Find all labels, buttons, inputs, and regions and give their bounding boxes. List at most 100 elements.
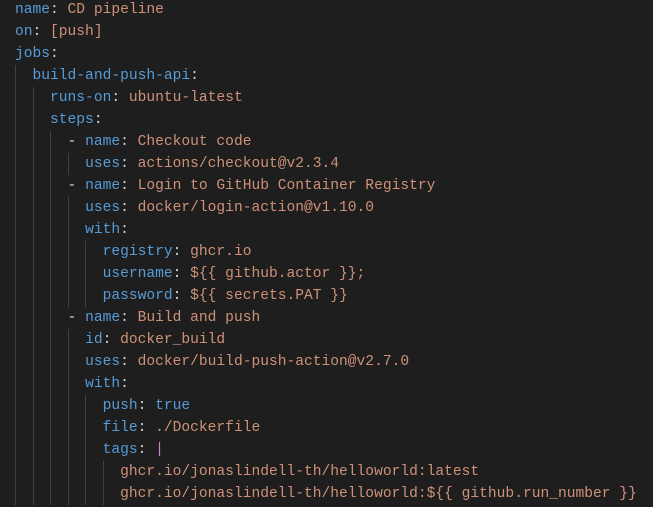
token-key: runs-on	[50, 90, 112, 106]
token-key: jobs	[15, 46, 51, 62]
code-line[interactable]: runs-on: ubuntu-latest	[15, 87, 637, 109]
token-string: ghcr.io	[190, 244, 252, 260]
indentation	[15, 178, 68, 194]
token-string: CD pipeline	[67, 2, 164, 18]
indent-guide	[32, 109, 34, 131]
token-string: Build and push	[137, 310, 261, 326]
token-punct: :	[137, 420, 156, 436]
indent-guide	[15, 461, 16, 483]
code-line[interactable]: name: CD pipeline	[15, 0, 637, 21]
token-punct: :	[93, 112, 103, 128]
code-line[interactable]: ghcr.io/jonaslindell-th/helloworld:lates…	[15, 461, 637, 483]
indent-guide	[67, 329, 69, 351]
token-string: [push]	[50, 24, 103, 40]
token-punct: :	[120, 376, 129, 392]
indentation	[15, 266, 103, 282]
token-string: ghcr.io/jonaslindell-th/helloworld:${{ g…	[120, 486, 637, 502]
token-punct: :	[120, 156, 138, 172]
indent-guide	[67, 153, 69, 175]
token-key: registry	[102, 244, 173, 260]
indent-guide	[15, 263, 16, 285]
code-line[interactable]: ghcr.io/jonaslindell-th/helloworld:${{ g…	[15, 483, 637, 505]
indent-guide	[67, 197, 69, 219]
token-string: ubuntu-latest	[128, 90, 243, 106]
token-punct: :	[102, 332, 121, 348]
token-key: steps	[50, 112, 94, 128]
code-line[interactable]: tags: |	[15, 439, 637, 461]
code-line[interactable]: jobs:	[15, 43, 637, 65]
token-string: ./Dockerfile	[155, 420, 261, 436]
token-key: build-and-push-api	[32, 68, 191, 84]
indent-guide	[32, 153, 34, 175]
indent-guide	[32, 351, 34, 373]
indent-guide	[85, 417, 87, 439]
code-line[interactable]: uses: docker/login-action@v1.10.0	[15, 197, 637, 219]
token-punct: :	[120, 354, 138, 370]
token-key: name	[85, 310, 121, 326]
indent-guide	[67, 219, 69, 241]
token-keyword: true	[155, 398, 191, 414]
code-line[interactable]: registry: ghcr.io	[15, 241, 637, 263]
indent-guide	[15, 197, 16, 219]
token-key: uses	[85, 200, 121, 216]
indent-guide	[32, 241, 34, 263]
code-line[interactable]: uses: docker/build-push-action@v2.7.0	[15, 351, 637, 373]
token-punct: -	[67, 310, 86, 326]
code-line[interactable]: - name: Login to GitHub Container Regist…	[15, 175, 637, 197]
code-line[interactable]: password: ${{ secrets.PAT }}	[15, 285, 637, 307]
code-line[interactable]: steps:	[15, 109, 637, 131]
indent-guide	[50, 483, 52, 505]
code-line[interactable]: id: docker_build	[15, 329, 637, 351]
indent-guide	[85, 461, 87, 483]
indent-guide	[50, 241, 52, 263]
code-line[interactable]: push: true	[15, 395, 637, 417]
code-line[interactable]: uses: actions/checkout@v2.3.4	[15, 153, 637, 175]
token-string: Login to GitHub Container Registry	[137, 178, 436, 194]
token-key: with	[85, 376, 121, 392]
code-line[interactable]: build-and-push-api:	[15, 65, 637, 87]
token-punct: :	[190, 68, 199, 84]
indent-guide	[50, 307, 52, 329]
token-punct: :	[111, 90, 129, 106]
token-key: with	[85, 222, 121, 238]
token-punct: :	[50, 2, 68, 18]
indentation	[15, 244, 103, 260]
indent-guide	[67, 483, 69, 505]
token-key: name	[85, 134, 121, 150]
indent-guide	[15, 109, 16, 131]
indent-guide	[15, 285, 16, 307]
token-punct: :	[120, 134, 138, 150]
token-punct: :	[172, 266, 191, 282]
indent-guide	[32, 483, 34, 505]
indent-guide	[15, 483, 16, 505]
indent-guide	[67, 395, 69, 417]
indent-guide	[85, 439, 87, 461]
indentation	[15, 288, 103, 304]
token-punct: :	[172, 288, 191, 304]
indent-guide	[15, 241, 16, 263]
indent-guide	[15, 373, 16, 395]
indent-guide	[15, 395, 16, 417]
indent-guide	[32, 307, 34, 329]
indent-guide	[15, 219, 16, 241]
indent-guide	[67, 241, 69, 263]
code-line[interactable]: on: [push]	[15, 21, 637, 43]
token-string: docker_build	[120, 332, 226, 348]
indent-guide	[67, 461, 69, 483]
code-line[interactable]: username: ${{ github.actor }};	[15, 263, 637, 285]
token-key: password	[102, 288, 173, 304]
indent-guide	[15, 87, 16, 109]
indent-guide	[32, 131, 34, 153]
code-line[interactable]: with:	[15, 373, 637, 395]
token-punct: :	[120, 178, 138, 194]
code-editor[interactable]: name: CD pipeline on: [push] jobs: build-a…	[15, 0, 637, 505]
token-punct: :	[120, 310, 138, 326]
code-line[interactable]: - name: Build and push	[15, 307, 637, 329]
indent-guide	[85, 483, 87, 505]
token-punct: :	[137, 398, 156, 414]
token-punct: -	[67, 178, 86, 194]
code-line[interactable]: - name: Checkout code	[15, 131, 637, 153]
code-line[interactable]: with:	[15, 219, 637, 241]
indent-guide	[50, 461, 52, 483]
code-line[interactable]: file: ./Dockerfile	[15, 417, 637, 439]
